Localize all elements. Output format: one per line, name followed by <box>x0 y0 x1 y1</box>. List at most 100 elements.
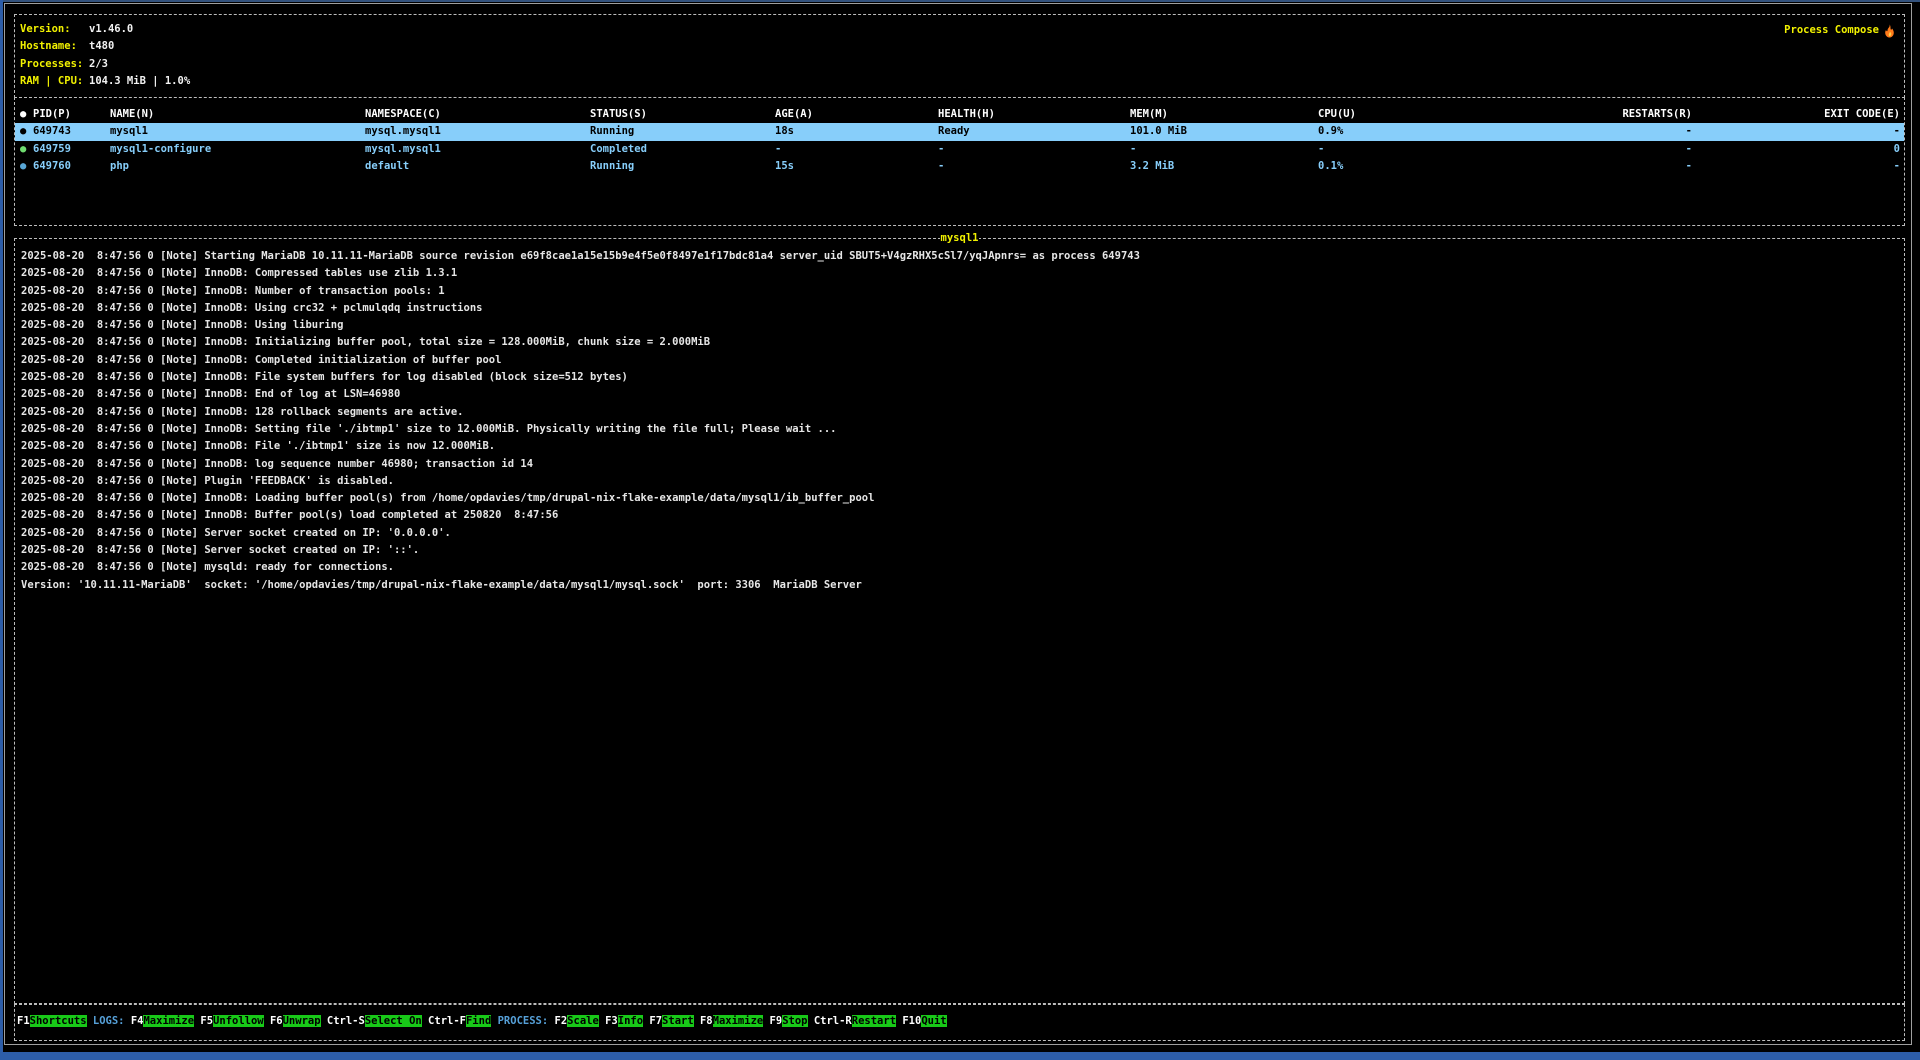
column-header-agea[interactable]: AGE(A) <box>775 106 938 123</box>
log-line: 2025-08-20 8:47:56 0 [Note] Starting Mar… <box>21 248 1904 265</box>
system-info-line: Hostname:t480 <box>20 38 1898 55</box>
process-cell: default <box>365 158 590 175</box>
process-cell: - <box>1318 141 1492 158</box>
column-header-namespacec[interactable]: NAMESPACE(C) <box>365 106 590 123</box>
shortcut-f5[interactable]: F5Unfollow <box>200 1015 263 1027</box>
process-cell: mysql.mysql1 <box>365 123 590 140</box>
system-info: Version:v1.46.0Hostname:t480Processes:2/… <box>20 21 1898 90</box>
help-section-label: LOGS: <box>93 1015 125 1027</box>
help-bar: F1Shortcuts LOGS: F4Maximize F5Unfollow … <box>14 1004 1905 1041</box>
log-panel[interactable]: mysql1 2025-08-20 8:47:56 0 [Note] Start… <box>14 238 1905 1004</box>
shortcut-ctrl-f[interactable]: Ctrl-FFind <box>428 1015 491 1027</box>
shortcut-f3[interactable]: F3Info <box>605 1015 643 1027</box>
shortcut-f9[interactable]: F9Stop <box>770 1015 808 1027</box>
column-header-exitcodee[interactable]: EXIT CODE(E) <box>1692 106 1904 123</box>
system-info-line: Version:v1.46.0 <box>20 21 1898 38</box>
log-line: 2025-08-20 8:47:56 0 [Note] InnoDB: Usin… <box>21 317 1904 334</box>
status-dot-icon: ● <box>15 141 33 158</box>
shortcut-ctrl-r[interactable]: Ctrl-RRestart <box>814 1015 896 1027</box>
log-line: 2025-08-20 8:47:56 0 [Note] InnoDB: Load… <box>21 490 1904 507</box>
system-info-line: RAM | CPU:104.3 MiB | 1.0% <box>20 73 1898 90</box>
shortcut-ctrl-s[interactable]: Ctrl-SSelect On <box>327 1015 422 1027</box>
status-dot-icon: ● <box>15 123 33 140</box>
log-line: 2025-08-20 8:47:56 0 [Note] InnoDB: Comp… <box>21 352 1904 369</box>
shortcut-f7[interactable]: F7Start <box>649 1015 693 1027</box>
process-cell: 18s <box>775 123 938 140</box>
app-title-text: Process Compose <box>1784 22 1879 39</box>
process-compose-app: { "app": { "title": "Process Compose", "… <box>0 0 1920 1060</box>
system-info-value: t480 <box>89 40 114 52</box>
shortcut-action: Find <box>466 1015 491 1027</box>
column-header-statuss[interactable]: STATUS(S) <box>590 106 775 123</box>
system-info-value: 104.3 MiB | 1.0% <box>89 75 190 87</box>
process-cell: - <box>938 141 1130 158</box>
column-header-restartsr[interactable]: RESTARTS(R) <box>1492 106 1692 123</box>
shortcut-key: F2 <box>555 1015 568 1027</box>
process-table-panel: ●PID(P)NAME(N)NAMESPACE(C)STATUS(S)AGE(A… <box>14 97 1905 226</box>
shortcut-f2[interactable]: F2Scale <box>555 1015 599 1027</box>
process-cell: - <box>1130 141 1318 158</box>
system-info-label: Version: <box>20 21 89 38</box>
process-cell: - <box>1692 158 1904 175</box>
shortcut-action: Info <box>618 1015 643 1027</box>
process-row-mysql1-configure[interactable]: ●649759mysql1-configuremysql.mysql1Compl… <box>15 141 1904 158</box>
shortcut-f10[interactable]: F10Quit <box>902 1015 946 1027</box>
log-line: 2025-08-20 8:47:56 0 [Note] InnoDB: 128 … <box>21 404 1904 421</box>
process-table-body: ●649743mysql1mysql.mysql1Running18sReady… <box>15 123 1904 175</box>
system-info-value: 2/3 <box>89 58 108 70</box>
process-cell: Running <box>590 158 775 175</box>
app-title: Process Compose <box>1784 22 1896 39</box>
process-cell: mysql.mysql1 <box>365 141 590 158</box>
log-line: 2025-08-20 8:47:56 0 [Note] InnoDB: End … <box>21 386 1904 403</box>
process-cell: - <box>775 141 938 158</box>
help-bar-content: F1Shortcuts LOGS: F4Maximize F5Unfollow … <box>17 1013 1904 1030</box>
shortcut-action: Start <box>662 1015 694 1027</box>
log-line: Version: '10.11.11-MariaDB' socket: '/ho… <box>21 577 1904 594</box>
column-header-healthh[interactable]: HEALTH(H) <box>938 106 1130 123</box>
shortcut-key: F5 <box>200 1015 213 1027</box>
flame-icon <box>1883 24 1896 38</box>
shortcut-f8[interactable]: F8Maximize <box>700 1015 763 1027</box>
help-section-label: PROCESS: <box>498 1015 549 1027</box>
system-info-value: v1.46.0 <box>89 23 133 35</box>
shortcut-key: F10 <box>902 1015 921 1027</box>
shortcut-f1[interactable]: F1Shortcuts <box>17 1015 87 1027</box>
shortcut-action: Maximize <box>713 1015 764 1027</box>
process-cell: mysql1-configure <box>110 141 365 158</box>
process-cell: 0 <box>1692 141 1904 158</box>
log-line: 2025-08-20 8:47:56 0 [Note] InnoDB: File… <box>21 369 1904 386</box>
process-cell: Completed <box>590 141 775 158</box>
shortcut-action: Scale <box>567 1015 599 1027</box>
process-cell: 649759 <box>33 141 110 158</box>
shortcut-key: F1 <box>17 1015 30 1027</box>
process-cell: mysql1 <box>110 123 365 140</box>
column-header-cpuu[interactable]: CPU(U) <box>1318 106 1492 123</box>
shortcut-key: F8 <box>700 1015 713 1027</box>
process-cell: 0.1% <box>1318 158 1492 175</box>
table-header-indicator: ● <box>15 106 33 123</box>
shortcut-key: F3 <box>605 1015 618 1027</box>
shortcut-action: Select On <box>365 1015 422 1027</box>
process-row-mysql1[interactable]: ●649743mysql1mysql.mysql1Running18sReady… <box>15 123 1904 140</box>
process-cell: 101.0 MiB <box>1130 123 1318 140</box>
column-header-pidp[interactable]: PID(P) <box>33 106 110 123</box>
system-info-line: Processes:2/3 <box>20 56 1898 73</box>
shortcut-key: Ctrl-F <box>428 1015 466 1027</box>
process-cell: 649743 <box>33 123 110 140</box>
shortcut-key: F9 <box>770 1015 783 1027</box>
log-line: 2025-08-20 8:47:56 0 [Note] InnoDB: Sett… <box>21 421 1904 438</box>
shortcut-f4[interactable]: F4Maximize <box>131 1015 194 1027</box>
column-header-namen[interactable]: NAME(N) <box>110 106 365 123</box>
log-line: 2025-08-20 8:47:56 0 [Note] Server socke… <box>21 525 1904 542</box>
process-row-php[interactable]: ●649760phpdefaultRunning15s-3.2 MiB0.1%-… <box>15 158 1904 175</box>
process-cell: - <box>1692 123 1904 140</box>
shortcut-action: Unfollow <box>213 1015 264 1027</box>
process-cell: Ready <box>938 123 1130 140</box>
shortcut-action: Restart <box>852 1015 896 1027</box>
log-line: 2025-08-20 8:47:56 0 [Note] Plugin 'FEED… <box>21 473 1904 490</box>
column-header-memm[interactable]: MEM(M) <box>1130 106 1318 123</box>
header-panel: Version:v1.46.0Hostname:t480Processes:2/… <box>14 14 1905 98</box>
shortcut-f6[interactable]: F6Unwrap <box>270 1015 321 1027</box>
process-cell: 3.2 MiB <box>1130 158 1318 175</box>
shortcut-key: F7 <box>649 1015 662 1027</box>
